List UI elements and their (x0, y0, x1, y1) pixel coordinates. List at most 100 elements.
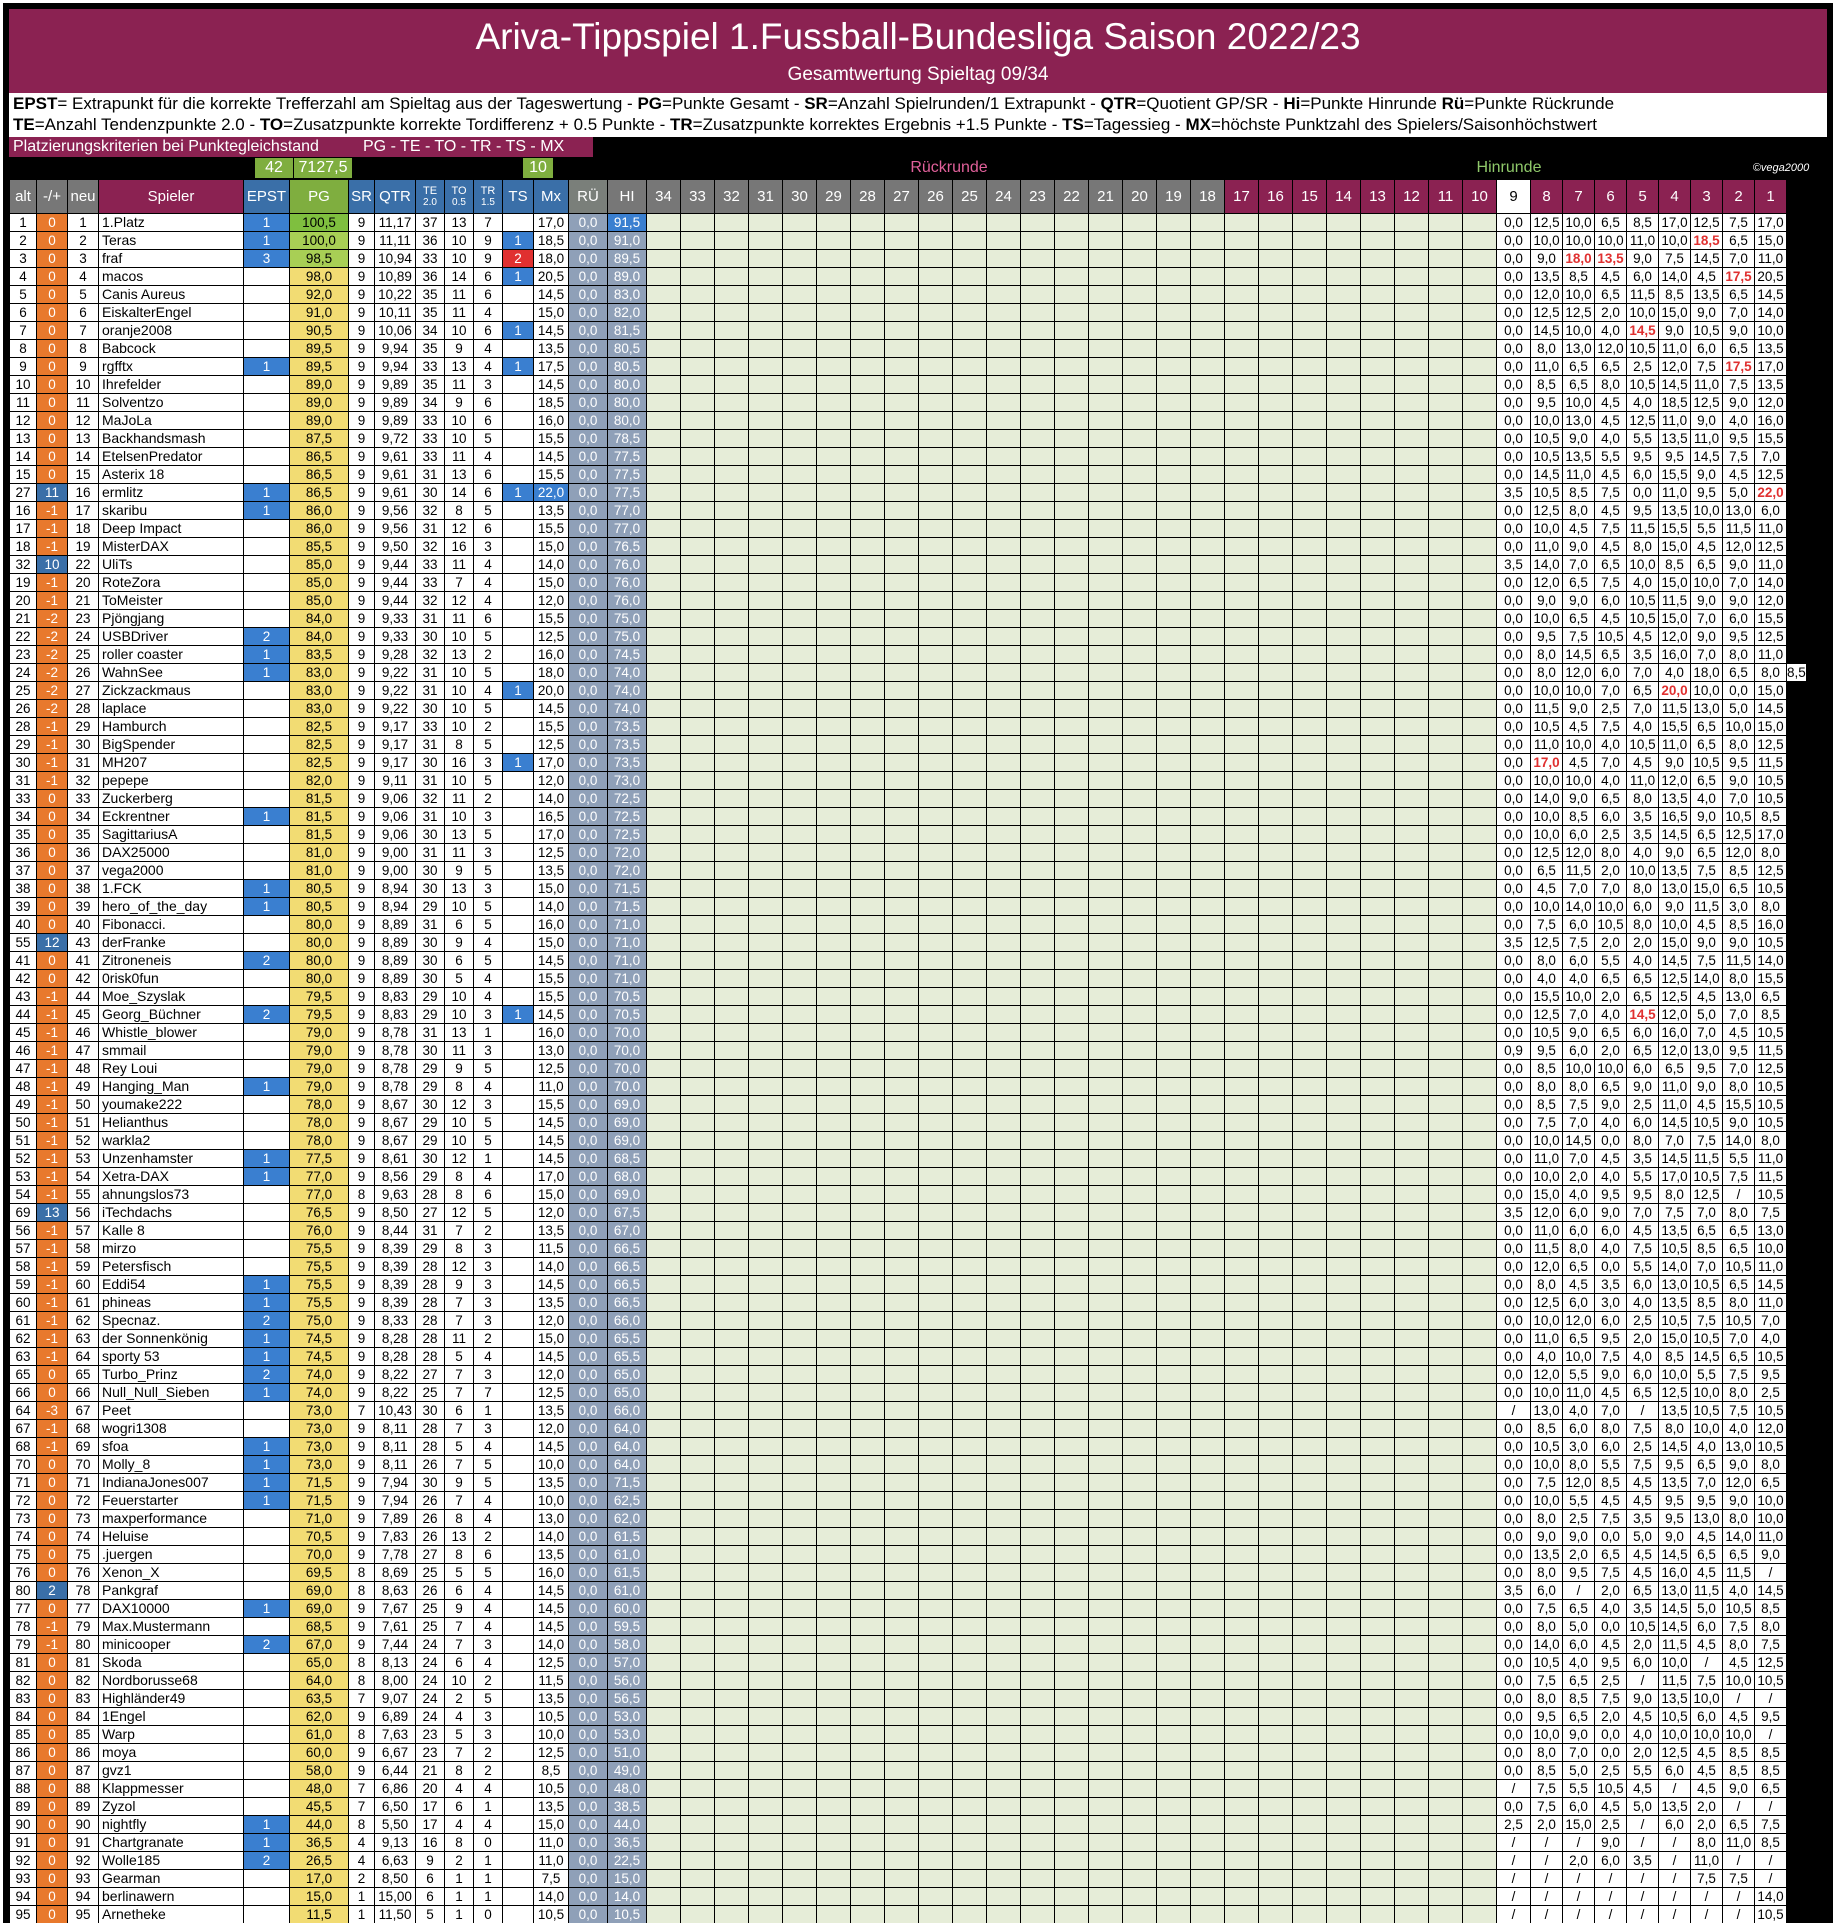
player-name[interactable]: mirzo (99, 1240, 243, 1257)
player-name[interactable]: 0risk0fun (99, 970, 243, 987)
player-name[interactable]: 1Engel (99, 1708, 243, 1725)
table-row[interactable]: 80 2 78 Pankgraf 69,0 8 8,63 26 6 4 14,5 0,0 61,0 3,5… (10, 1582, 1806, 1599)
table-row[interactable]: 85 0 85 Warp 61,0 8 7,63 23 5 3 10,0 0,0 53,0 0,0 10,0… (10, 1726, 1806, 1743)
player-name[interactable]: Klappmesser (99, 1780, 243, 1797)
player-name[interactable]: .juergen (99, 1546, 243, 1563)
player-name[interactable]: pepepe (99, 772, 243, 789)
table-row[interactable]: 66 0 66 Null_Null_Sieben 1 74,0 9 8,22 25 7 7 12,5 0… (10, 1384, 1806, 1401)
player-name[interactable]: roller coaster (99, 646, 243, 663)
table-row[interactable]: 19 -1 20 RoteZora 85,0 9 9,44 33 7 4 15,0 0,0 76,0 0,… (10, 574, 1806, 591)
header-round-34[interactable]: 34 (647, 180, 680, 213)
header-sr[interactable]: SR (349, 180, 374, 213)
table-row[interactable]: 31 -1 32 pepepe 82,0 9 9,11 31 10 5 12,0 0,0 73,0 0,0… (10, 772, 1806, 789)
table-row[interactable]: 77 0 77 DAX10000 1 69,0 9 7,67 25 9 4 14,5 0,0 60,0 0,… (10, 1600, 1806, 1617)
table-row[interactable]: 35 0 35 SagittariusA 81,5 9 9,06 30 13 5 17,0 0,0 72… (10, 826, 1806, 843)
player-name[interactable]: ToMeister (99, 592, 243, 609)
header-round-27[interactable]: 27 (885, 180, 918, 213)
table-row[interactable]: 18 -1 19 MisterDAX 85,5 9 9,50 32 16 3 15,0 0,0 76,5… (10, 538, 1806, 555)
player-name[interactable]: Warp (99, 1726, 243, 1743)
table-row[interactable]: 95 0 95 Arnetheke 11,5 1 11,50 5 1 0 10,5 0,0 10,5//… (10, 1906, 1806, 1923)
player-name[interactable]: Deep Impact (99, 520, 243, 537)
header-round-29[interactable]: 29 (817, 180, 850, 213)
table-row[interactable]: 76 0 76 Xenon_X 69,5 8 8,69 25 5 5 16,0 0,0 61,5 0,0 8… (10, 1564, 1806, 1581)
table-row[interactable]: 45 -1 46 Whistle_blower 79,0 9 8,78 31 13 1 16,0 0,… (10, 1024, 1806, 1041)
table-row[interactable]: 50 -1 51 Helianthus 78,0 9 8,67 29 10 5 14,5 0,0 69,… (10, 1114, 1806, 1131)
table-row[interactable]: 72 0 72 Feuerstarter 1 71,5 9 7,94 26 7 4 10,0 0,0 62… (10, 1492, 1806, 1509)
table-row[interactable]: 70 0 70 Molly_8 1 73,0 9 8,11 26 7 5 10,0 0,0 64,0 0,0… (10, 1456, 1806, 1473)
table-row[interactable]: 46 -1 47 smmail 79,0 9 8,78 30 11 3 13,0 0,0 70,0 0,9… (10, 1042, 1806, 1059)
player-name[interactable]: Asterix 18 (99, 466, 243, 483)
header-round-14[interactable]: 14 (1327, 180, 1360, 213)
player-name[interactable]: berlinawern (99, 1888, 243, 1905)
player-name[interactable]: Pankgraf (99, 1582, 243, 1599)
table-row[interactable]: 93 0 93 Gearman 17,0 2 8,50 6 1 1 7,5 0,0 15,0// / / / /… (10, 1870, 1806, 1887)
player-name[interactable]: ahnungslos73 (99, 1186, 243, 1203)
table-row[interactable]: 88 0 88 Klappmesser 48,0 7 6,86 20 4 4 10,5 0,0 48,0… (10, 1780, 1806, 1797)
table-row[interactable]: 15 0 15 Asterix 18 86,5 9 9,61 31 13 6 15,5 0,0 77,5… (10, 466, 1806, 483)
player-name[interactable]: Specnaz. (99, 1312, 243, 1329)
player-name[interactable]: rgfftx (99, 358, 243, 375)
player-name[interactable]: Hamburch (99, 718, 243, 735)
player-name[interactable]: Xetra-DAX (99, 1168, 243, 1185)
header-round-30[interactable]: 30 (783, 180, 816, 213)
table-row[interactable]: 71 0 71 IndianaJones007 1 71,5 9 7,94 30 9 5 13,5 0,… (10, 1474, 1806, 1491)
table-row[interactable]: 43 -1 44 Moe_Szyslak 79,5 9 8,83 29 10 4 15,5 0,0 70… (10, 988, 1806, 1005)
table-row[interactable]: 5 0 5 Canis Aureus 92,0 9 10,22 35 11 6 14,5 0,0 83,… (10, 286, 1806, 303)
player-name[interactable]: MaJoLa (99, 412, 243, 429)
player-name[interactable]: Petersfisch (99, 1258, 243, 1275)
player-name[interactable]: USBDriver (99, 628, 243, 645)
player-name[interactable]: derFranke (99, 934, 243, 951)
table-row[interactable]: 68 -1 69 sfoa 1 73,0 9 8,11 28 5 4 14,5 0,0 64,0 0,0 10… (10, 1438, 1806, 1455)
table-row[interactable]: 51 -1 52 warkla2 78,0 9 8,67 29 10 5 14,5 0,0 69,0 0,… (10, 1132, 1806, 1149)
table-row[interactable]: 20 -1 21 ToMeister 85,0 9 9,44 32 12 4 12,0 0,0 76,0… (10, 592, 1806, 609)
header-round-4[interactable]: 4 (1659, 180, 1690, 213)
table-row[interactable]: 42 0 42 0risk0fun 80,0 9 8,89 30 5 4 15,5 0,0 71,0 0,… (10, 970, 1806, 987)
player-name[interactable]: Molly_8 (99, 1456, 243, 1473)
table-row[interactable]: 11 0 11 Solventzo 89,0 9 9,89 34 9 6 18,5 0,0 80,0 0,… (10, 394, 1806, 411)
player-name[interactable]: Wolle185 (99, 1852, 243, 1869)
table-row[interactable]: 92 0 92 Wolle185 2 26,5 4 6,63 9 2 1 11,0 0,0 22,5//2… (10, 1852, 1806, 1869)
player-name[interactable]: fraf (99, 250, 243, 267)
player-name[interactable]: Nordborusse68 (99, 1672, 243, 1689)
table-row[interactable]: 86 0 86 moya 60,0 9 6,67 23 7 2 12,5 0,0 51,0 0,0 8,0 7… (10, 1744, 1806, 1761)
player-name[interactable]: Canis Aureus (99, 286, 243, 303)
header-r-[interactable]: RÜ (569, 180, 607, 213)
table-row[interactable]: 7 0 7 oranje2008 90,5 9 10,06 34 10 6 1 14,5 0,0 81,5… (10, 322, 1806, 339)
table-row[interactable]: 94 0 94 berlinawern 15,0 1 15,00 6 1 1 14,0 0,0 14,0… (10, 1888, 1806, 1905)
header-round-1[interactable]: 1 (1755, 180, 1786, 213)
table-row[interactable]: 65 0 65 Turbo_Prinz 2 74,0 9 8,22 27 7 3 12,0 0,0 65,… (10, 1366, 1806, 1383)
table-row[interactable]: 53 -1 54 Xetra-DAX 1 77,0 9 8,56 29 8 4 17,0 0,0 68,0… (10, 1168, 1806, 1185)
table-row[interactable]: 10 0 10 Ihrefelder 89,0 9 9,89 35 11 3 14,5 0,0 80,0… (10, 376, 1806, 393)
table-row[interactable]: 89 0 89 Zyzol 45,5 7 6,50 17 6 1 13,5 0,0 38,5 0,0 7,5… (10, 1798, 1806, 1815)
player-name[interactable]: laplace (99, 700, 243, 717)
player-name[interactable]: Gearman (99, 1870, 243, 1887)
table-row[interactable]: 48 -1 49 Hanging_Man 1 79,0 9 8,78 29 8 4 11,0 0,0 70… (10, 1078, 1806, 1095)
player-name[interactable]: Solventzo (99, 394, 243, 411)
table-row[interactable]: 9 0 9 rgfftx 1 89,5 9 9,94 33 13 4 1 17,5 0,0 80,5 0,0 1… (10, 358, 1806, 375)
header-round-2[interactable]: 2 (1723, 180, 1754, 213)
table-row[interactable]: 16 -1 17 skaribu 1 86,0 9 9,56 32 8 5 13,5 0,0 77,0 0,… (10, 502, 1806, 519)
table-row[interactable]: 29 -1 30 BigSpender 82,5 9 9,17 31 8 5 12,5 0,0 73,5… (10, 736, 1806, 753)
header-round-7[interactable]: 7 (1563, 180, 1594, 213)
header-round-18[interactable]: 18 (1191, 180, 1224, 213)
header-mx[interactable]: Mx (534, 180, 568, 213)
table-row[interactable]: 23 -2 25 roller coaster 1 83,5 9 9,28 32 13 2 16,0 0… (10, 646, 1806, 663)
header-round-10[interactable]: 10 (1463, 180, 1496, 213)
player-name[interactable]: Kalle 8 (99, 1222, 243, 1239)
table-row[interactable]: 28 -1 29 Hamburch 82,5 9 9,17 33 10 2 15,5 0,0 73,5 0… (10, 718, 1806, 735)
header-hi[interactable]: HI (608, 180, 646, 213)
header-round-22[interactable]: 22 (1055, 180, 1088, 213)
table-row[interactable]: 22 -2 24 USBDriver 2 84,0 9 9,33 30 10 5 12,5 0,0 75,… (10, 628, 1806, 645)
player-name[interactable]: Null_Null_Sieben (99, 1384, 243, 1401)
header-tr-1-5[interactable]: TR 1.5 (474, 180, 502, 213)
table-row[interactable]: 81 0 81 Skoda 65,0 8 8,13 24 6 4 12,5 0,0 57,0 0,0 10,… (10, 1654, 1806, 1671)
header-round-3[interactable]: 3 (1691, 180, 1722, 213)
table-row[interactable]: 67 -1 68 wogri1308 73,0 9 8,11 28 7 3 12,0 0,0 64,0 0… (10, 1420, 1806, 1437)
table-row[interactable]: 79 -1 80 minicooper 2 67,0 9 7,44 24 7 3 14,0 0,0 58,… (10, 1636, 1806, 1653)
player-name[interactable]: Georg_Büchner (99, 1006, 243, 1023)
table-row[interactable]: 90 0 90 nightfly 1 44,0 8 5,50 17 4 4 15,0 0,0 44,0 2,… (10, 1816, 1806, 1833)
header-round-6[interactable]: 6 (1595, 180, 1626, 213)
player-name[interactable]: UliTs (99, 556, 243, 573)
table-row[interactable]: 12 0 12 MaJoLa 89,0 9 9,89 33 10 6 16,0 0,0 80,0 0,0 1… (10, 412, 1806, 429)
player-name[interactable]: maxperformance (99, 1510, 243, 1527)
